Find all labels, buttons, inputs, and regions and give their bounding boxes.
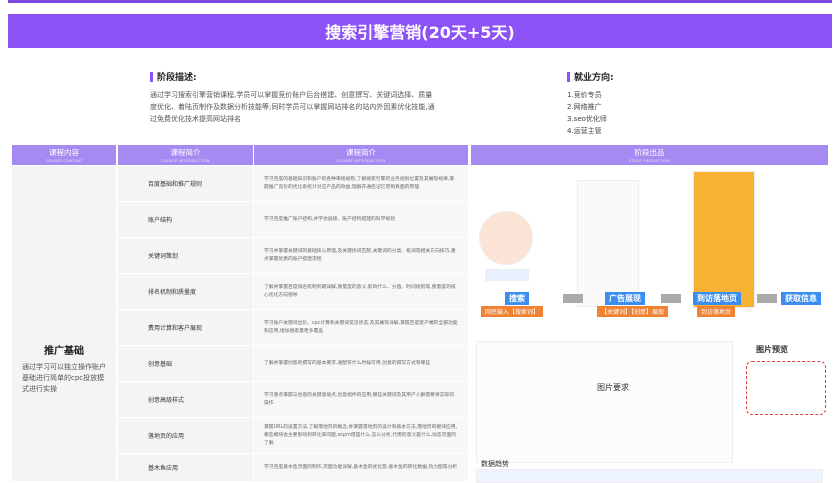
page-banner: 搜索引擎营销(20天+5天) bbox=[8, 14, 832, 48]
phone-screen bbox=[577, 180, 639, 307]
avatar-cluster bbox=[479, 211, 533, 265]
header-stage-production: 阶段出品 STAGE PRODUCTION bbox=[471, 145, 828, 165]
table-row: 落地页的应用 掌握URL的设置方法,了解落地页的概念,并掌握落地页的设计和基本方法… bbox=[118, 418, 468, 453]
career-item: 1.竞价专员 bbox=[567, 91, 602, 99]
row-desc: 了解并掌握百度排名机制到期详解,质量度的意义,影响什么、分值、时间规则等,质量度… bbox=[254, 274, 468, 309]
table-row: 排名机制和质量度 了解并掌握百度排名机制到期详解,质量度的意义,影响什么、分值、时… bbox=[118, 274, 468, 309]
sublabel-search: 网民输入【搜索词】 bbox=[481, 306, 544, 317]
row-desc: 掌握URL的设置方法,了解落地页的概念,并掌握落地页的设计和基本方法,落地页的模… bbox=[254, 418, 468, 453]
table-row: 创意高级样式 学习重点掌握与创意的关键意境点,创意组件的应用,哪些关键词及其用户人… bbox=[118, 382, 468, 417]
label-search: 搜索 bbox=[505, 292, 529, 305]
accent-bar bbox=[567, 71, 570, 82]
row-desc: 学习百度基木鱼页面的制作,页面功能详解,基木鱼的优化势,基木鱼的转化数据,热力图… bbox=[254, 454, 468, 481]
top-strip bbox=[8, 0, 832, 3]
row-desc: 学习百度的基础知识和账户的各种审核规则,了解搜索引擎的业务规划位置及其展现规律,… bbox=[254, 166, 468, 201]
table-row: 基木鱼应用 学习百度基木鱼页面的制作,页面功能详解,基木鱼的优化势,基木鱼的转化数… bbox=[118, 454, 468, 481]
arrow-icon bbox=[661, 294, 681, 303]
table-row: 账户结构 学习百度推广账户结构,并学会层级、账户结构搭建的科学规划 bbox=[118, 202, 468, 237]
career-item: 2.网络推广 bbox=[567, 103, 602, 111]
row-name: 创意基础 bbox=[118, 346, 253, 381]
header-course-intro-2: 课程简介 COURSE INTRODUCTION bbox=[254, 145, 468, 165]
row-desc: 了解并掌握创意的撰写的基本要求,通配符什么时候可用,创意的撰写方式有哪些 bbox=[254, 346, 468, 381]
row-desc: 学习账户关键词出价、cpc计算和关键词常见状态,及其展现详解,掌握百度客户端的全… bbox=[254, 310, 468, 345]
ad-editor-screenshot: 图片要求 bbox=[476, 341, 733, 463]
stage-production-area: 搜索 网民输入【搜索词】 广告展现 【关键词】【创意】展现 到访落地页 到访落地… bbox=[471, 166, 828, 483]
accent-bar bbox=[150, 71, 153, 82]
stage-desc-body: 通过学习搜索引擎营销课程,学员可以掌握竞价账户后台搭建、创意撰写、关键词选择、质… bbox=[150, 91, 435, 123]
row-desc: 学习并掌握关键词的基础核心原理,及关键拆词匹配,关键词的分类、拓词等相关方向技巧… bbox=[254, 238, 468, 273]
row-name: 排名机制和质量度 bbox=[118, 274, 253, 309]
stage-desc-heading: 阶段描述: bbox=[157, 73, 197, 83]
career-heading: 就业方向: bbox=[574, 73, 614, 83]
row-desc: 学习百度推广账户结构,并学会层级、账户结构搭建的科学规划 bbox=[254, 202, 468, 237]
landing-page-preview bbox=[693, 171, 755, 308]
preview-title: 图片预览 bbox=[756, 345, 788, 354]
page-title: 搜索引擎营销(20天+5天) bbox=[325, 23, 515, 42]
row-name: 账户结构 bbox=[118, 202, 253, 237]
arrow-icon bbox=[757, 294, 777, 303]
row-name: 落地页的应用 bbox=[118, 418, 253, 453]
table-row: 关键词策划 学习并掌握关键词的基础核心原理,及关键拆词匹配,关键词的分类、拓词等相… bbox=[118, 238, 468, 273]
row-name: 基木鱼应用 bbox=[118, 454, 253, 481]
row-name: 费用计算和客户展现 bbox=[118, 310, 253, 345]
sublabel-ad: 【关键词】【创意】展现 bbox=[597, 306, 669, 317]
arrow-icon bbox=[563, 294, 583, 303]
row-name: 百度基础和推广规则 bbox=[118, 166, 253, 201]
label-info: 获取信息 bbox=[781, 292, 821, 305]
preview-box bbox=[746, 361, 826, 415]
table-row: 费用计算和客户展现 学习账户关键词出价、cpc计算和关键词常见状态,及其展现详解,… bbox=[118, 310, 468, 345]
upload-hint: 图片要求 bbox=[597, 383, 629, 392]
label-landing: 到访落地页 bbox=[693, 292, 741, 305]
row-name: 关键词策划 bbox=[118, 238, 253, 273]
row-desc: 学习重点掌握与创意的关键意境点,创意组件的应用,哪些关键词及其用户人群需要将实际… bbox=[254, 382, 468, 417]
stage-description: 阶段描述: 通过学习搜索引擎营销课程,学员可以掌握竞价账户后台搭建、创意撰写、关… bbox=[150, 70, 435, 125]
header-course-content: 课程内容 COURSE CONTENT bbox=[12, 145, 116, 165]
module-column: 推广基础 通过学习可以独立操作账户基础进行简单的cpc投放模式进行实操 bbox=[12, 166, 116, 481]
row-name: 创意高级样式 bbox=[118, 382, 253, 417]
sublabel-landing: 到访落地页 bbox=[697, 306, 736, 317]
search-box bbox=[485, 269, 529, 281]
header-course-intro: 课程简介 COURSE INTRODUCTION bbox=[118, 145, 253, 165]
career-item: 3.seo优化师 bbox=[567, 115, 607, 123]
table-row: 百度基础和推广规则 学习百度的基础知识和账户的各种审核规则,了解搜索引擎的业务规划… bbox=[118, 166, 468, 201]
career-direction: 就业方向: 1.竞价专员 2.网络推广 3.seo优化师 4.运营主管 bbox=[567, 70, 717, 137]
module-desc: 通过学习可以独立操作账户基础进行简单的cpc投放模式进行实操 bbox=[22, 363, 106, 393]
career-item: 4.运营主管 bbox=[567, 127, 602, 135]
data-trend-title: 数据趋势 bbox=[481, 460, 509, 468]
module-title: 推广基础 bbox=[44, 346, 84, 357]
table-row: 创意基础 了解并掌握创意的撰写的基本要求,通配符什么时候可用,创意的撰写方式有哪些 bbox=[118, 346, 468, 381]
label-ad: 广告展现 bbox=[605, 292, 645, 305]
